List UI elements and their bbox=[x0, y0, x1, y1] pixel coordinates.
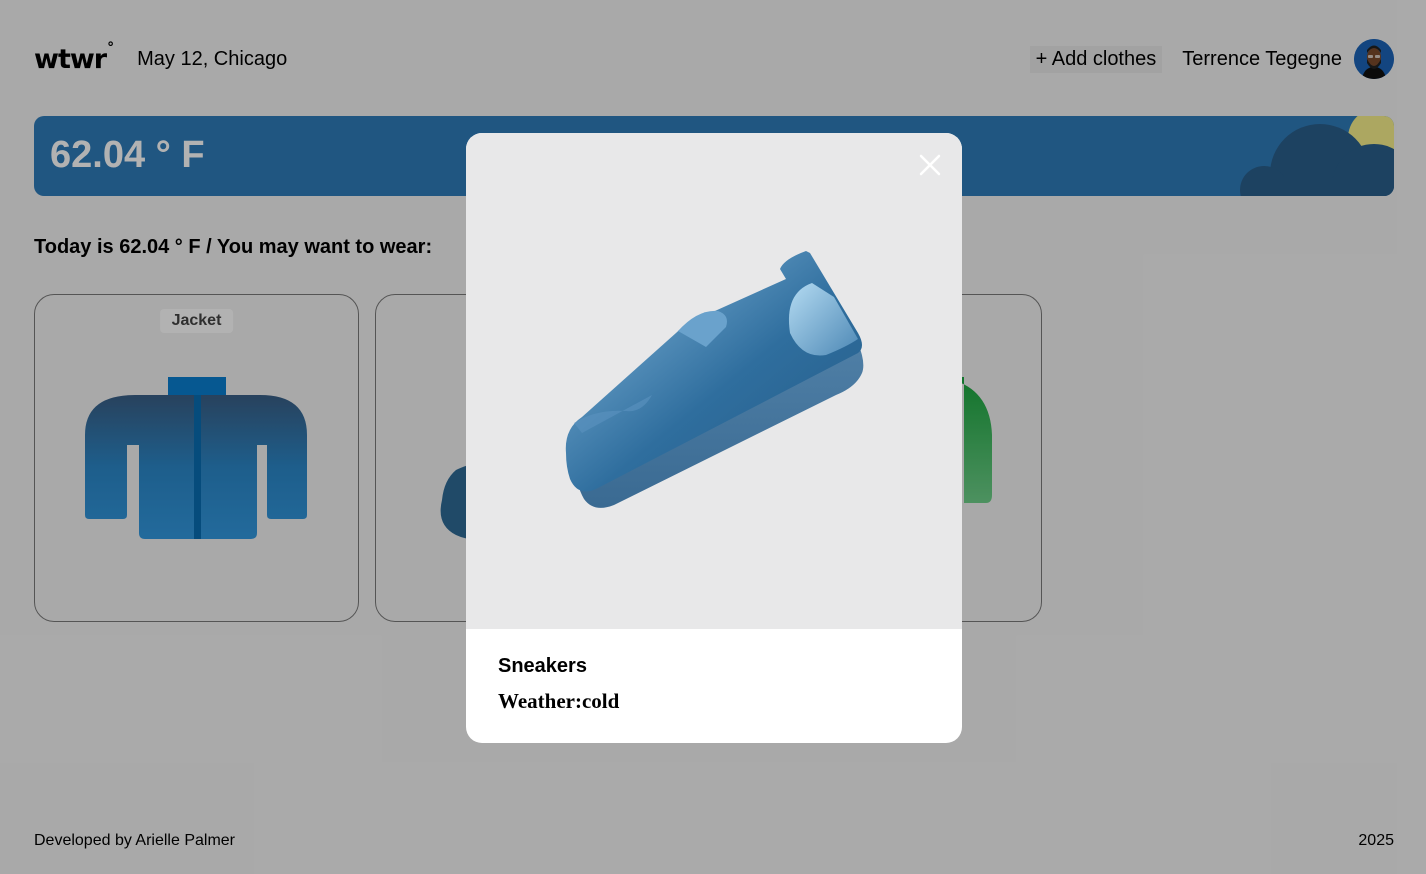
close-icon bbox=[919, 154, 941, 176]
footer-developer: Developed by Arielle Palmer bbox=[34, 832, 235, 849]
modal-item-name: Sneakers bbox=[498, 655, 587, 677]
close-modal-button[interactable] bbox=[918, 153, 942, 177]
app-footer: Developed by Arielle Palmer 2025 bbox=[34, 832, 1394, 850]
sneaker-icon bbox=[565, 251, 864, 508]
footer-year: 2025 bbox=[1358, 832, 1394, 849]
modal-item-image bbox=[466, 133, 962, 629]
item-preview-modal: Sneakers Weather:cold bbox=[466, 133, 962, 743]
modal-item-weather: Weather:cold bbox=[498, 689, 620, 713]
